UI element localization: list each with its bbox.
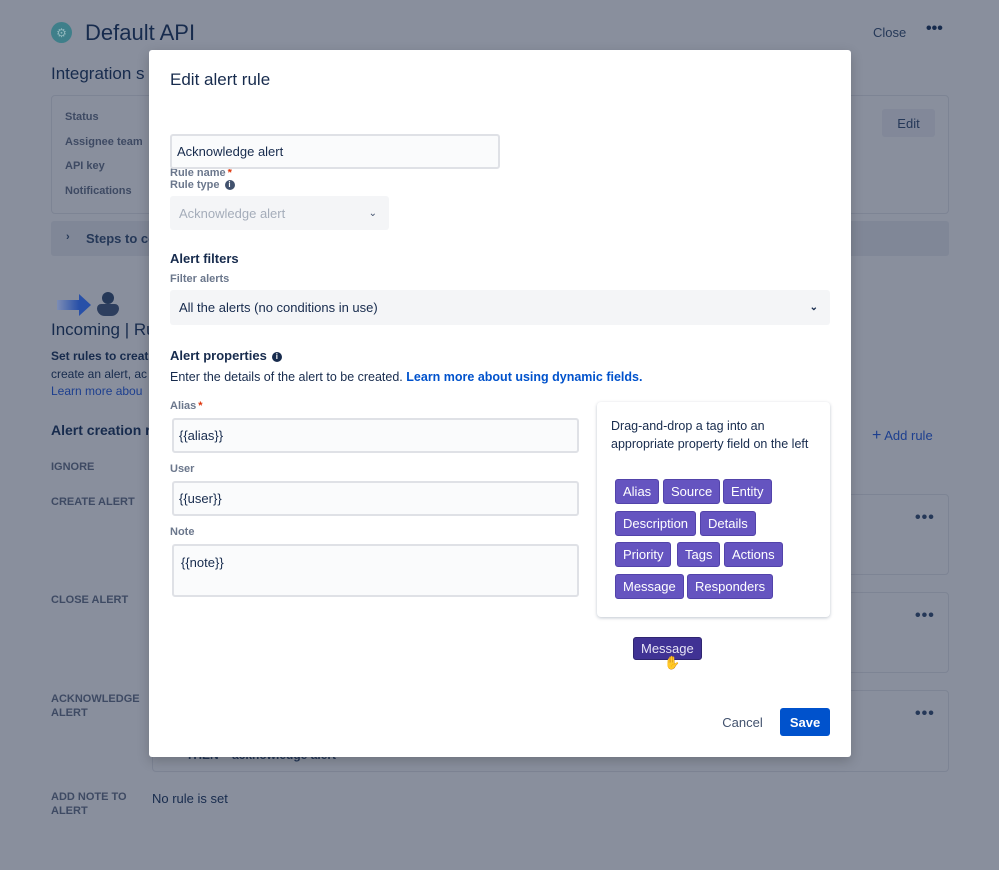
tag-palette: Drag-and-drop a tag into an appropriate … xyxy=(597,402,830,617)
dynamic-fields-link[interactable]: Learn more about using dynamic fields. xyxy=(406,370,642,384)
user-input[interactable]: {{user}} xyxy=(172,481,579,516)
alias-label: Alias * xyxy=(170,400,203,412)
page-title: Default API xyxy=(85,20,196,45)
rule-type-label: Rule type i xyxy=(170,179,235,191)
rule-type-label: ADD NOTE TO ALERT xyxy=(51,791,127,817)
alert-creation-heading: Alert creation r xyxy=(51,422,151,438)
tag-actions[interactable]: Actions xyxy=(724,542,783,567)
add-rule-button[interactable]: + Add rule xyxy=(872,427,933,445)
edit-button[interactable]: Edit xyxy=(882,109,935,137)
note-label: Note xyxy=(170,526,195,538)
no-rule-text: No rule is set xyxy=(152,791,228,806)
more-icon[interactable]: ••• xyxy=(926,20,943,38)
note-textarea[interactable]: {{note}} xyxy=(172,544,579,597)
tag-description[interactable]: Description xyxy=(615,511,697,536)
rule-more-icon[interactable]: ••• xyxy=(915,509,935,527)
rule-type-label: CREATE ALERT xyxy=(51,496,135,508)
tag-priority[interactable]: Priority xyxy=(615,542,672,567)
tag-responders[interactable]: Responders xyxy=(687,574,774,599)
rule-type-select[interactable]: Acknowledge alert ⌄ xyxy=(170,196,389,230)
rule-name-input[interactable]: Acknowledge alert xyxy=(170,134,500,169)
chevron-down-icon: ⌄ xyxy=(368,207,377,219)
tag-hint: Drag-and-drop a tag into an appropriate … xyxy=(611,419,809,451)
rule-type-label: IGNORE xyxy=(51,461,95,473)
integration-heading: Integration s xyxy=(51,64,145,83)
user-label: User xyxy=(170,463,195,475)
cancel-button[interactable]: Cancel xyxy=(715,709,770,736)
plus-icon: + xyxy=(872,427,882,444)
tag-alias[interactable]: Alias xyxy=(615,479,660,504)
filter-alerts-select[interactable]: All the alerts (no conditions in use) ⌄ xyxy=(170,290,830,325)
alert-properties-heading: Alert properties i xyxy=(170,348,282,363)
rule-type-label: CLOSE ALERT xyxy=(51,594,129,606)
tag-tags[interactable]: Tags xyxy=(677,542,721,567)
incoming-illustration-icon xyxy=(57,292,121,320)
rule-more-icon[interactable]: ••• xyxy=(915,607,935,625)
info-icon: i xyxy=(271,352,282,362)
alert-filters-heading: Alert filters xyxy=(170,251,239,266)
tag-details[interactable]: Details xyxy=(700,511,756,536)
settings-label: Assignee team xyxy=(65,136,143,148)
rule-more-icon[interactable]: ••• xyxy=(915,705,935,723)
tag-message[interactable]: Message xyxy=(615,574,684,599)
edit-alert-rule-dialog: Edit alert rule Rule name * Acknowledge a… xyxy=(149,50,851,757)
app-icon: ⚙ xyxy=(51,22,72,43)
close-button[interactable]: Close xyxy=(873,25,906,40)
info-icon: i xyxy=(224,180,235,190)
alias-input[interactable]: {{alias}} xyxy=(172,418,579,453)
filter-alerts-label: Filter alerts xyxy=(170,273,230,285)
tag-entity[interactable]: Entity xyxy=(723,479,772,504)
incoming-heading: Incoming | Ru xyxy=(51,320,156,339)
save-button[interactable]: Save xyxy=(780,708,830,736)
steps-label: Steps to co xyxy=(86,231,157,246)
rule-type-label: ACKNOWLEDGE ALERT xyxy=(51,693,140,719)
learn-more-link[interactable]: Learn more abou xyxy=(51,384,142,398)
add-rule-label: Add rule xyxy=(884,428,933,443)
set-rules-text: Set rules to creat xyxy=(51,349,149,363)
properties-description: Enter the details of the alert to be cre… xyxy=(170,370,643,384)
tag-source[interactable]: Source xyxy=(663,479,721,504)
chevron-down-icon: ⌄ xyxy=(809,302,818,313)
create-text: create an alert, ac xyxy=(51,367,148,381)
settings-label: Notifications xyxy=(65,185,132,197)
dialog-title: Edit alert rule xyxy=(170,70,271,89)
grab-cursor-icon: ✋ xyxy=(664,655,681,670)
settings-label: Status xyxy=(65,111,99,123)
settings-label: API key xyxy=(65,160,105,172)
chevron-right-icon: › xyxy=(66,231,70,243)
